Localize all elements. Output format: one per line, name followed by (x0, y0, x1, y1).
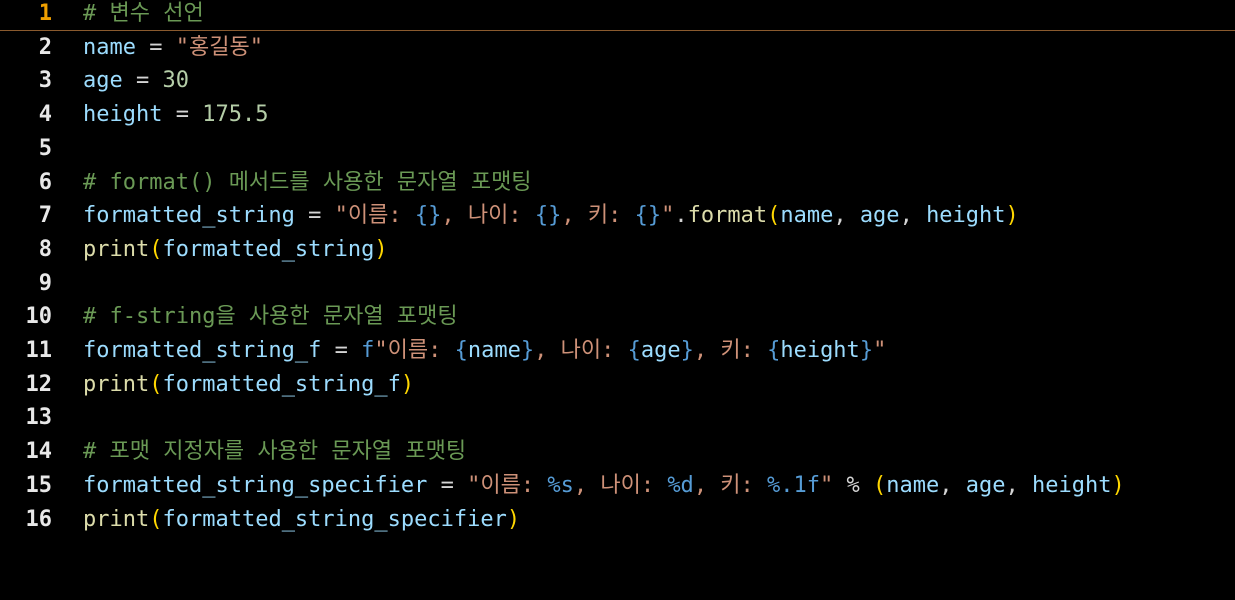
line-number: 8 (38, 236, 52, 262)
code-line[interactable]: 5 (0, 132, 1235, 166)
line-number: 9 (38, 270, 52, 296)
code-text[interactable]: # 포맷 지정자를 사용한 문자열 포맷팅 (83, 435, 466, 469)
line-number: 11 (25, 338, 53, 363)
code-text[interactable]: name = "홍길동" (83, 31, 263, 65)
line-number: 7 (38, 203, 52, 229)
code-line[interactable]: 9 (0, 267, 1235, 301)
line-number: 10 (25, 304, 53, 330)
code-text[interactable]: print(formatted_string_specifier) (83, 503, 520, 537)
line-number: 13 (25, 405, 53, 431)
code-line[interactable]: 14 # 포맷 지정자를 사용한 문자열 포맷팅 (0, 435, 1235, 469)
line-number: 3 (38, 68, 52, 94)
code-text[interactable]: print(formatted_string_f) (83, 368, 414, 402)
code-line[interactable]: 6 # format() 메서드를 사용한 문자열 포맷팅 (0, 166, 1235, 200)
code-text[interactable]: # format() 메서드를 사용한 문자열 포맷팅 (83, 166, 532, 200)
line-number: 1 (38, 1, 52, 26)
line-number: 6 (38, 169, 52, 195)
code-line[interactable]: 7 formatted_string = "이름: {}, 나이: {}, 키: … (0, 199, 1235, 233)
code-line[interactable]: 2 name = "홍길동" (0, 31, 1235, 65)
code-line[interactable]: 12 print(formatted_string_f) (0, 368, 1235, 402)
code-line[interactable]: 4 height = 175.5 (0, 98, 1235, 132)
code-line[interactable]: 3 age = 30 (0, 64, 1235, 98)
line-number: 2 (38, 34, 52, 60)
code-line[interactable]: 11 formatted_string_f = f"이름: {name}, 나이:… (0, 334, 1235, 368)
code-line[interactable]: 13 (0, 401, 1235, 435)
code-text[interactable]: # 변수 선언 (83, 0, 204, 31)
code-text[interactable]: formatted_string_specifier = "이름: %s, 나이… (83, 469, 1125, 503)
code-editor[interactable]: 1 # 변수 선언 2 name = "홍길동" 3 age = 30 4 height = … (0, 0, 1235, 600)
code-text[interactable]: formatted_string = "이름: {}, 나이: {}, 키: {… (83, 199, 1019, 233)
line-number: 12 (25, 371, 53, 397)
code-text[interactable]: print(formatted_string) (83, 233, 388, 267)
line-number: 14 (25, 439, 53, 465)
line-number: 5 (38, 135, 52, 161)
code-line[interactable]: 15 formatted_string_specifier = "이름: %s, … (0, 469, 1235, 503)
code-line[interactable]: 1 # 변수 선언 (0, 0, 1235, 31)
code-line[interactable]: 16 print(formatted_string_specifier) (0, 503, 1235, 537)
code-text[interactable]: formatted_string_f = f"이름: {name}, 나이: {… (83, 334, 886, 368)
code-text[interactable]: # f-string을 사용한 문자열 포맷팅 (83, 300, 458, 334)
code-text[interactable]: age = 30 (83, 64, 189, 98)
code-line[interactable]: 8 print(formatted_string) (0, 233, 1235, 267)
code-text[interactable]: height = 175.5 (83, 98, 268, 132)
code-line[interactable]: 10 # f-string을 사용한 문자열 포맷팅 (0, 300, 1235, 334)
line-number: 15 (25, 472, 53, 498)
line-number: 4 (38, 102, 52, 128)
line-number: 16 (25, 506, 53, 532)
